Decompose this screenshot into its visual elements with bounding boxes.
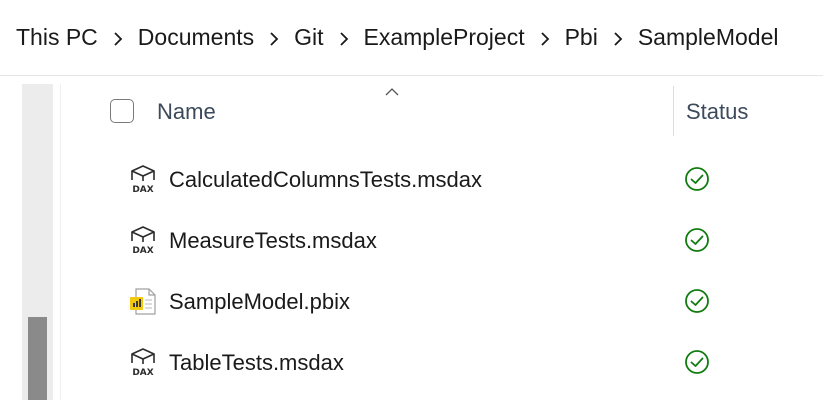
file-name: TableTests.msdax xyxy=(169,350,344,375)
breadcrumb: This PC Documents Git ExampleProject Pbi… xyxy=(0,0,823,76)
scrollbar-thumb[interactable] xyxy=(28,317,47,400)
column-header-status[interactable]: Status xyxy=(686,99,748,125)
chevron-right-icon[interactable] xyxy=(254,24,294,51)
dax-file-icon: DAX xyxy=(128,225,158,256)
sync-status-ok-icon xyxy=(684,288,710,314)
chevron-right-icon[interactable] xyxy=(324,24,364,51)
sort-ascending-icon xyxy=(384,84,400,102)
breadcrumb-item-git[interactable]: Git xyxy=(294,22,323,53)
file-row[interactable]: DAX MeasureTests.msdax xyxy=(100,213,823,269)
navigation-pane-scrollbar[interactable] xyxy=(22,84,53,400)
breadcrumb-item-samplemodel[interactable]: SampleModel xyxy=(638,22,779,53)
pane-divider xyxy=(60,84,61,400)
file-name: SampleModel.pbix xyxy=(169,289,350,314)
file-name: MeasureTests.msdax xyxy=(169,228,377,253)
file-row[interactable]: SampleModel.pbix xyxy=(100,274,823,330)
dax-file-icon: DAX xyxy=(128,164,158,195)
svg-text:DAX: DAX xyxy=(132,185,153,194)
breadcrumb-item-exampleproject[interactable]: ExampleProject xyxy=(364,22,525,53)
sync-status-ok-icon xyxy=(684,227,710,253)
select-all-checkbox[interactable] xyxy=(110,99,134,123)
file-name: CalculatedColumnsTests.msdax xyxy=(169,167,483,192)
svg-text:DAX: DAX xyxy=(132,246,153,255)
chevron-right-icon[interactable] xyxy=(525,24,565,51)
svg-text:DAX: DAX xyxy=(132,368,153,377)
dax-file-icon: DAX xyxy=(128,347,158,378)
pbix-file-icon xyxy=(128,286,158,316)
breadcrumb-item-this-pc[interactable]: This PC xyxy=(16,22,98,53)
chevron-right-icon[interactable] xyxy=(598,24,638,51)
file-row[interactable]: DAX CalculatedColumnsTests.msdax xyxy=(100,152,823,208)
file-row[interactable]: DAX TableTests.msdax xyxy=(100,335,823,391)
column-header-name[interactable]: Name xyxy=(157,99,216,125)
sync-status-ok-icon xyxy=(684,349,710,375)
breadcrumb-item-documents[interactable]: Documents xyxy=(138,22,254,53)
chevron-right-icon[interactable] xyxy=(98,24,138,51)
sync-status-ok-icon xyxy=(684,166,710,192)
column-divider[interactable] xyxy=(673,86,674,136)
breadcrumb-item-pbi[interactable]: Pbi xyxy=(565,22,598,53)
